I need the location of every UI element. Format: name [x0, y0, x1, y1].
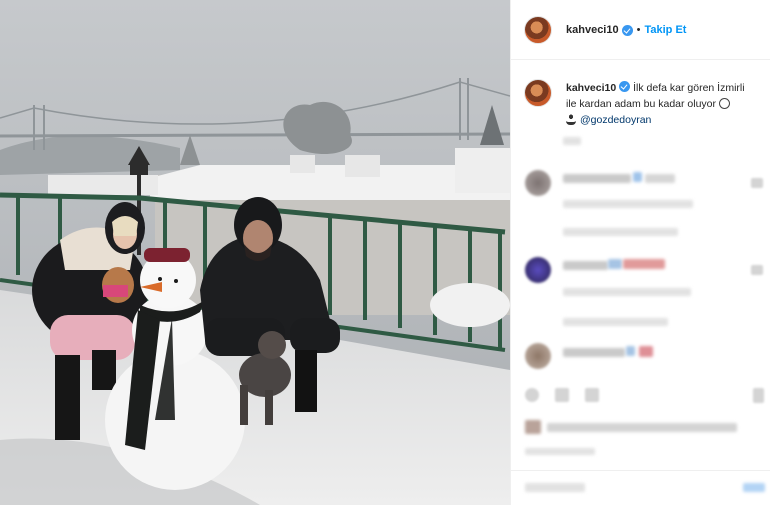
- verified-badge-icon: [619, 81, 631, 92]
- blurred-comment-avatar: [525, 170, 551, 196]
- blurred-badge: [639, 346, 653, 357]
- blurred-comment-author: [563, 348, 625, 357]
- blurred-comment-avatar: [525, 257, 551, 283]
- blurred-emoji-row: [623, 259, 665, 269]
- blurred-comment-input[interactable]: [525, 483, 585, 492]
- crying-face-emoji-icon: [719, 98, 731, 109]
- heart-icon[interactable]: [751, 178, 763, 188]
- comment-icon[interactable]: [555, 388, 569, 402]
- heart-icon[interactable]: [751, 265, 763, 275]
- blurred-post-date: [525, 448, 595, 455]
- blurred-badge: [608, 259, 622, 269]
- blurred-post-button[interactable]: [743, 483, 765, 492]
- avatar[interactable]: [524, 15, 552, 44]
- blurred-likes-text: [547, 423, 737, 432]
- caption-avatar[interactable]: [524, 79, 552, 107]
- blurred-comment-meta: [563, 228, 678, 236]
- post-header: kahveci10 • Takip Et: [511, 0, 770, 60]
- heart-icon[interactable]: [525, 388, 539, 402]
- blurred-comment-author: [563, 261, 608, 270]
- blurred-badge: [626, 346, 635, 356]
- blurred-likes-avatar: [525, 420, 541, 434]
- post-photo[interactable]: [0, 0, 510, 505]
- blurred-comment-text: [563, 200, 693, 208]
- caption-line-2: ile kardan adam bu kadar oluyor: [566, 98, 717, 110]
- blurred-badge: [633, 172, 642, 182]
- username-link[interactable]: kahveci10: [566, 24, 619, 36]
- mention-link[interactable]: @gozdedoyran: [580, 114, 651, 126]
- blurred-comment-avatar: [525, 343, 551, 369]
- blurred-comment-meta: [563, 318, 668, 326]
- blurred-comment-author: [563, 174, 631, 183]
- snowman-photo-image: [0, 0, 510, 505]
- comment-box-divider: [511, 470, 770, 471]
- caption-text: kahveci10 İlk defa kar gören İzmirli ile…: [566, 80, 757, 128]
- post-caption: kahveci10 İlk defa kar gören İzmirli ile…: [511, 60, 770, 180]
- verified-badge-icon: [621, 25, 633, 36]
- caption-line-1: İlk defa kar gören İzmirli: [633, 82, 745, 94]
- post-details-panel: kahveci10 • Takip Et kahveci10 İlk defa …: [510, 0, 770, 505]
- separator-dot: •: [636, 23, 641, 36]
- blurred-text: [645, 174, 675, 183]
- bookmark-icon[interactable]: [753, 388, 764, 403]
- person-emoji-icon: [566, 114, 576, 125]
- blurred-caption-time: [563, 137, 581, 145]
- blurred-comment-text: [563, 288, 691, 296]
- caption-username-link[interactable]: kahveci10: [566, 82, 616, 94]
- follow-button[interactable]: Takip Et: [644, 24, 686, 36]
- share-icon[interactable]: [585, 388, 599, 402]
